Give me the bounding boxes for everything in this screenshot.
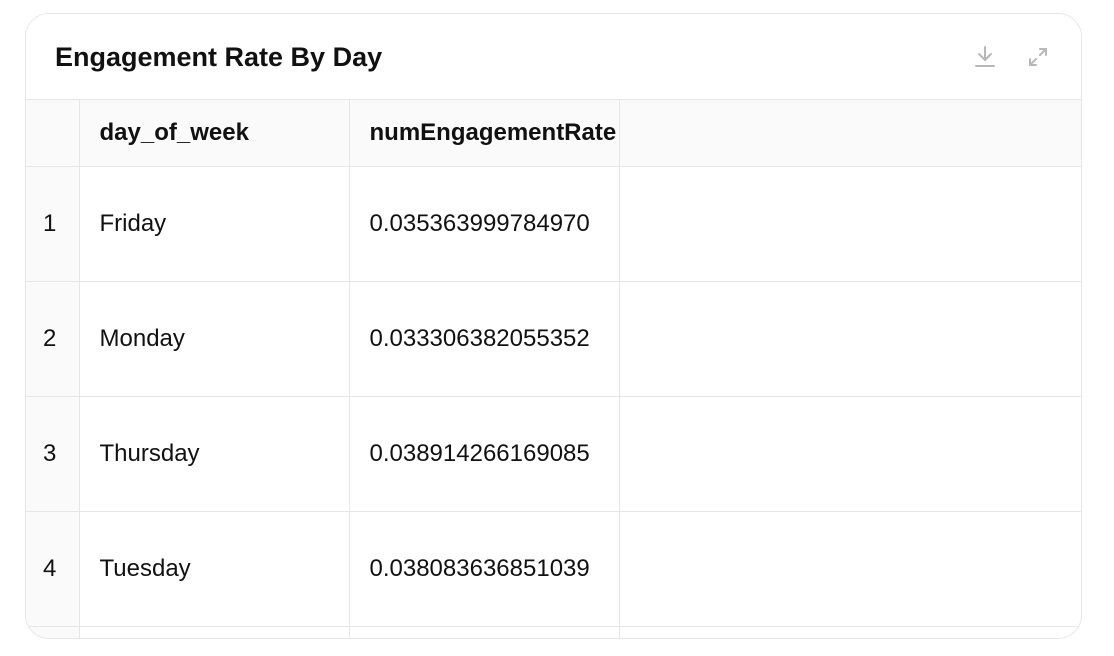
table-row[interactable]: 4 Tuesday 0.038083636851039 (26, 510, 1081, 627)
engagement-table: day_of_week numEngagementRate 1 Friday 0… (26, 100, 1081, 638)
column-header-num-engagement-rate[interactable]: numEngagementRate (348, 100, 620, 167)
empty-cell (618, 395, 1081, 512)
card-title: Engagement Rate By Day (55, 42, 383, 72)
engagement-rate-cell[interactable]: 0.038083636851039 (348, 510, 620, 627)
table-row[interactable]: 2 Monday 0.033306382055352 (26, 280, 1081, 397)
empty-cell (618, 510, 1081, 627)
column-header-day-of-week[interactable]: day_of_week (78, 100, 350, 167)
table-scroll-container[interactable]: day_of_week numEngagementRate 1 Friday 0… (26, 100, 1081, 638)
empty-column-header (618, 100, 1081, 167)
engagement-rate-cell[interactable] (348, 625, 620, 638)
expand-icon[interactable] (1025, 44, 1051, 70)
engagement-rate-cell[interactable]: 0.035363999784970 (348, 165, 620, 282)
card-header: Engagement Rate By Day (26, 14, 1081, 100)
row-index-cell: 4 (26, 510, 80, 627)
row-index-cell (26, 625, 80, 638)
day-of-week-cell[interactable]: Tuesday (78, 510, 350, 627)
table-row[interactable]: 1 Friday 0.035363999784970 (26, 165, 1081, 282)
row-index-cell: 3 (26, 395, 80, 512)
table-header-row: day_of_week numEngagementRate (26, 100, 1081, 167)
day-of-week-cell[interactable]: Monday (78, 280, 350, 397)
table-row[interactable]: 3 Thursday 0.038914266169085 (26, 395, 1081, 512)
row-index-cell: 2 (26, 280, 80, 397)
empty-cell (618, 280, 1081, 397)
empty-cell (618, 165, 1081, 282)
table-row-partial[interactable] (26, 625, 1081, 638)
engagement-rate-cell[interactable]: 0.033306382055352 (348, 280, 620, 397)
row-index-cell: 1 (26, 165, 80, 282)
empty-cell (618, 625, 1081, 638)
download-icon[interactable] (972, 44, 998, 70)
day-of-week-cell[interactable] (78, 625, 350, 638)
engagement-rate-cell[interactable]: 0.038914266169085 (348, 395, 620, 512)
engagement-rate-card: Engagement Rate By Day day_of_week numEn… (25, 13, 1082, 639)
day-of-week-cell[interactable]: Friday (78, 165, 350, 282)
row-index-header (26, 100, 80, 167)
day-of-week-cell[interactable]: Thursday (78, 395, 350, 512)
